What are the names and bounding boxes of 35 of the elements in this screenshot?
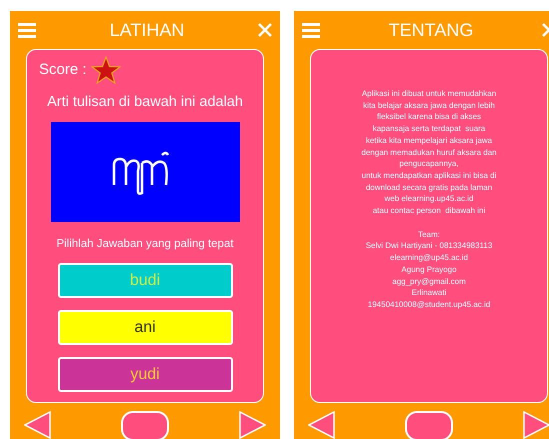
star-icon	[90, 56, 121, 84]
team-text-line: Agung Prayogo	[401, 264, 457, 276]
team-text-line: 19450410008@student.up45.ac.id	[368, 298, 490, 311]
about-text-line: kita belajar aksara jawa dengan lebih	[363, 100, 495, 112]
team-text-line: Selvi Dwi Hartiyani - 081334983113	[366, 240, 492, 252]
team-text-line: agg_pry@gmail.com	[392, 276, 466, 288]
about-text-line: atau contac person dibawah ini	[372, 205, 486, 217]
back-arrow-icon[interactable]	[308, 411, 335, 439]
answer-button[interactable]: yudi	[58, 357, 232, 392]
about-text-line: ketika kita mempelajari aksara jawa	[366, 134, 492, 147]
about-text-line: Aplikasi ini dibuat untuk memudahkan	[362, 88, 496, 100]
score-label: Score :	[39, 60, 87, 80]
close-icon[interactable]	[258, 23, 272, 37]
screen-title: TENTANG	[388, 21, 474, 39]
about-text-line: download secara gratis pada laman	[366, 182, 492, 194]
about-text-line: web elearning.up45.ac.id	[384, 193, 474, 206]
team-text-line: Team:	[418, 228, 440, 240]
forward-arrow-icon[interactable]	[523, 411, 549, 439]
back-arrow-icon[interactable]	[24, 411, 51, 439]
about-text-line: fleksibel karena bisa di akses	[376, 111, 482, 124]
about-text-line: kapansaja serta terdapat suara	[372, 123, 486, 135]
about-text-line: pengucapannya,	[399, 158, 459, 170]
about-text-line: dengan memadukan huruf aksara dan	[361, 146, 497, 158]
home-button[interactable]	[121, 411, 169, 439]
team-text-line: Erlinawati	[412, 287, 446, 299]
menu-icon[interactable]	[18, 22, 36, 38]
about-text-line: untuk mendapatkan aplikasi ini bisa di	[362, 170, 496, 182]
menu-icon[interactable]	[302, 22, 320, 38]
home-button[interactable]	[405, 411, 453, 439]
team-text-line: elearning@up45.ac.id	[390, 252, 468, 264]
forward-arrow-icon[interactable]	[239, 411, 266, 439]
screen-title: LATIHAN	[110, 21, 184, 39]
answer-button[interactable]: ani	[58, 310, 232, 345]
instruction-text: Pilihlah Jawaban yang paling tepat	[56, 236, 234, 252]
question-text: Arti tulisan di bawah ini adalah	[47, 93, 243, 112]
